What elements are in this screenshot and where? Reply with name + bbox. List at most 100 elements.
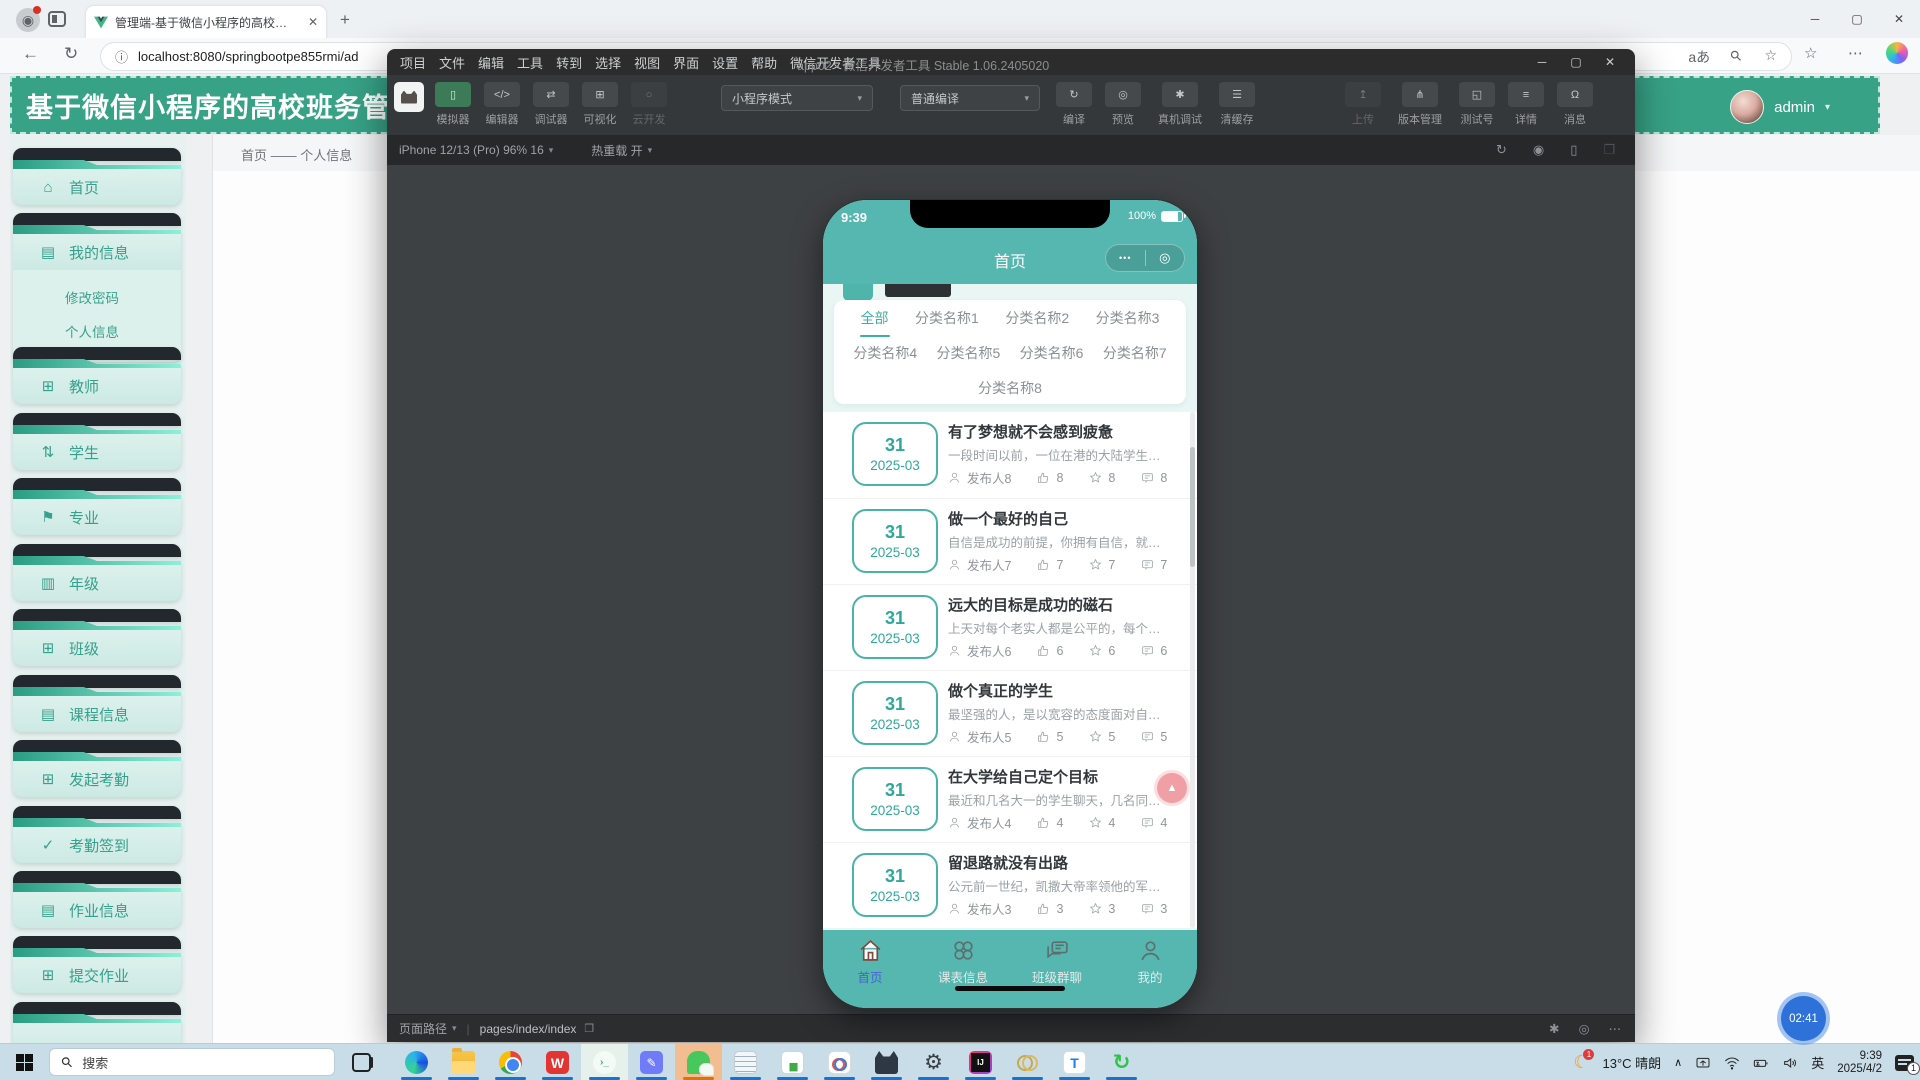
- visualizer-button[interactable]: ⊞ 可视化: [580, 82, 620, 127]
- bug-icon[interactable]: ✱: [1549, 1021, 1559, 1036]
- sidebar-item-partial[interactable]: [13, 1002, 181, 1043]
- phone-frame-icon[interactable]: ▯: [1570, 142, 1577, 158]
- article-item[interactable]: 312025-03 远大的目标是成功的磁石 上天对每个老实人都是公平的，每个人……: [823, 584, 1197, 669]
- screen-record-timer[interactable]: 02:41: [1781, 996, 1826, 1041]
- taskbar-app-sync[interactable]: ↻: [1098, 1044, 1145, 1080]
- taskbar-app-chrome[interactable]: [487, 1044, 534, 1080]
- category-tab-5[interactable]: 分类名称5: [937, 343, 1001, 363]
- article-item[interactable]: 312025-03 留退路就没有出路 公元前一世纪，凯撒大帝率领他的军队… 发布…: [823, 842, 1197, 927]
- cloud-dev-button[interactable]: ○ 云开发: [629, 82, 669, 127]
- category-tab-all[interactable]: 全部: [861, 308, 889, 328]
- rotate-icon[interactable]: ↻: [1496, 142, 1507, 158]
- copilot-icon[interactable]: [1886, 42, 1908, 64]
- sidebar-item-attendance-signin[interactable]: ✓考勤签到: [13, 806, 181, 863]
- tray-chevron-up-icon[interactable]: ∧: [1674, 1056, 1682, 1069]
- menu-project[interactable]: 项目: [400, 53, 426, 72]
- taskbar-search[interactable]: ⚲ 搜索: [49, 1048, 335, 1076]
- cast-icon[interactable]: [1695, 1055, 1711, 1071]
- site-info-icon[interactable]: ⓘ: [115, 47, 128, 66]
- browser-close-button[interactable]: ✕: [1878, 0, 1920, 38]
- taskbar-app-notepad[interactable]: [722, 1044, 769, 1080]
- menu-settings[interactable]: 设置: [712, 53, 738, 72]
- browser-minimize-button[interactable]: ─: [1794, 0, 1836, 38]
- taskbar-app-chart-doc[interactable]: ▮▮: [769, 1044, 816, 1080]
- sidebar-item-students[interactable]: ⇅学生: [13, 413, 181, 470]
- zoom-icon[interactable]: ⚲: [1727, 46, 1748, 67]
- sidebar-item-start-attendance[interactable]: ⊞发起考勤: [13, 740, 181, 797]
- menu-help[interactable]: 帮助: [751, 53, 777, 72]
- battery-icon[interactable]: [1753, 1055, 1769, 1071]
- menu-file[interactable]: 文件: [439, 53, 465, 72]
- wifi-icon[interactable]: [1724, 1055, 1740, 1071]
- back-to-top-button[interactable]: ▲: [1157, 773, 1187, 803]
- sidebar-item-grades[interactable]: ▥年级: [13, 544, 181, 601]
- sidebar-item-courses[interactable]: ▤课程信息: [13, 675, 181, 732]
- close-target-icon[interactable]: ◎: [1146, 250, 1185, 266]
- taskbar-app-wps[interactable]: W: [534, 1044, 581, 1080]
- sidebar-item-submit-homework[interactable]: ⊞提交作业: [13, 936, 181, 993]
- mode-select[interactable]: 小程序模式 ▾: [721, 85, 873, 111]
- category-tab-6[interactable]: 分类名称6: [1020, 343, 1084, 363]
- taskbar-app-notes[interactable]: ✎: [628, 1044, 675, 1080]
- avatar[interactable]: [1730, 90, 1764, 124]
- menu-goto[interactable]: 转到: [556, 53, 582, 72]
- favorite-star-icon[interactable]: ☆: [1764, 47, 1777, 67]
- volume-icon[interactable]: [1782, 1055, 1798, 1071]
- sidebar-item-teachers[interactable]: ⊞教师: [13, 347, 181, 404]
- url-text[interactable]: localhost:8080/springbootpe855rmi/ad: [138, 49, 358, 64]
- taskbar-app-settings[interactable]: ⚙: [910, 1044, 957, 1080]
- upload-button[interactable]: ↥ 上传: [1343, 82, 1383, 127]
- menu-edit[interactable]: 编辑: [478, 53, 504, 72]
- sidebar-item-homework-info[interactable]: ▤作业信息: [13, 871, 181, 928]
- translate-icon[interactable]: aあ: [1688, 47, 1710, 67]
- taskbar-app-rings[interactable]: [816, 1044, 863, 1080]
- tab-mine[interactable]: 我的: [1115, 938, 1185, 986]
- browser-more-icon[interactable]: ⋯: [1848, 44, 1863, 62]
- miniapp-capsule[interactable]: ••• ◎: [1105, 244, 1185, 272]
- hot-reload-toggle[interactable]: 热重载 开: [591, 142, 642, 159]
- clear-cache-button[interactable]: ☰ 清缓存: [1217, 82, 1257, 127]
- article-item[interactable]: 312025-03 做个真正的学生 最坚强的人，是以宽容的态度面对自己… 发布人…: [823, 670, 1197, 755]
- article-item[interactable]: 312025-03 有了梦想就不会感到疲惫 一段时间以前，一位在港的大陆学生，……: [823, 412, 1197, 497]
- new-tab-button[interactable]: +: [340, 10, 350, 30]
- multi-window-icon[interactable]: ❐: [1603, 142, 1615, 158]
- browser-tab[interactable]: 管理端-基于微信小程序的高校班… ✕: [86, 6, 326, 38]
- devtools-minimize-button[interactable]: ─: [1525, 49, 1559, 75]
- home-indicator[interactable]: [955, 986, 1065, 991]
- messages-button[interactable]: Ω 消息: [1555, 82, 1595, 127]
- ime-indicator[interactable]: 英: [1811, 1053, 1824, 1072]
- taskbar-app-explorer[interactable]: [440, 1044, 487, 1080]
- path-label[interactable]: 页面路径: [399, 1020, 447, 1037]
- category-tab-3[interactable]: 分类名称3: [1096, 308, 1160, 328]
- vertical-tabs-icon[interactable]: [48, 11, 66, 27]
- article-item[interactable]: 312025-03 做一个最好的自己 自信是成功的前提，你拥有自信，就拥… 发布…: [823, 498, 1197, 583]
- sidebar-item-classes[interactable]: ⊞班级: [13, 609, 181, 666]
- taskbar-app-gold-rings[interactable]: [1004, 1044, 1051, 1080]
- taskbar-clock[interactable]: 9:39 2025/4/2: [1837, 1050, 1882, 1076]
- sidebar-item-my-info[interactable]: ▤我的信息 修改密码 个人信息: [13, 213, 181, 362]
- editor-button[interactable]: </> 编辑器: [482, 82, 522, 127]
- task-view-button[interactable]: [352, 1053, 371, 1072]
- category-tab-8[interactable]: 分类名称8: [978, 378, 1042, 398]
- notification-center-icon[interactable]: 1: [1895, 1055, 1914, 1071]
- scrollbar-thumb[interactable]: [1190, 447, 1195, 567]
- refresh-icon[interactable]: ↻: [64, 44, 78, 64]
- tab-course-info[interactable]: 课表信息: [928, 938, 998, 986]
- menu-tools[interactable]: 工具: [517, 53, 543, 72]
- device-selector[interactable]: iPhone 12/13 (Pro) 96% 16: [399, 143, 544, 157]
- taskbar-app-wechat-devtools[interactable]: ›_: [581, 1044, 628, 1080]
- more-dots-icon[interactable]: •••: [1106, 253, 1145, 263]
- sidebar-item-majors[interactable]: ⚑专业: [13, 478, 181, 535]
- taskbar-app-teambition[interactable]: T: [1051, 1044, 1098, 1080]
- eye-icon[interactable]: ◎: [1579, 1021, 1590, 1036]
- preview-button[interactable]: ◎ 预览: [1103, 82, 1143, 127]
- devtools-maximize-button[interactable]: ▢: [1559, 49, 1593, 75]
- back-icon[interactable]: ←: [22, 44, 39, 64]
- taskbar-app-cat[interactable]: [863, 1044, 910, 1080]
- tab-home[interactable]: 首页: [835, 938, 905, 986]
- devtools-close-button[interactable]: ✕: [1593, 49, 1627, 75]
- category-tab-4[interactable]: 分类名称4: [853, 343, 917, 363]
- tab-close-icon[interactable]: ✕: [308, 15, 318, 29]
- record-icon[interactable]: ◉: [1533, 142, 1544, 158]
- weather-widget[interactable]: 13°C 晴朗: [1602, 1053, 1661, 1072]
